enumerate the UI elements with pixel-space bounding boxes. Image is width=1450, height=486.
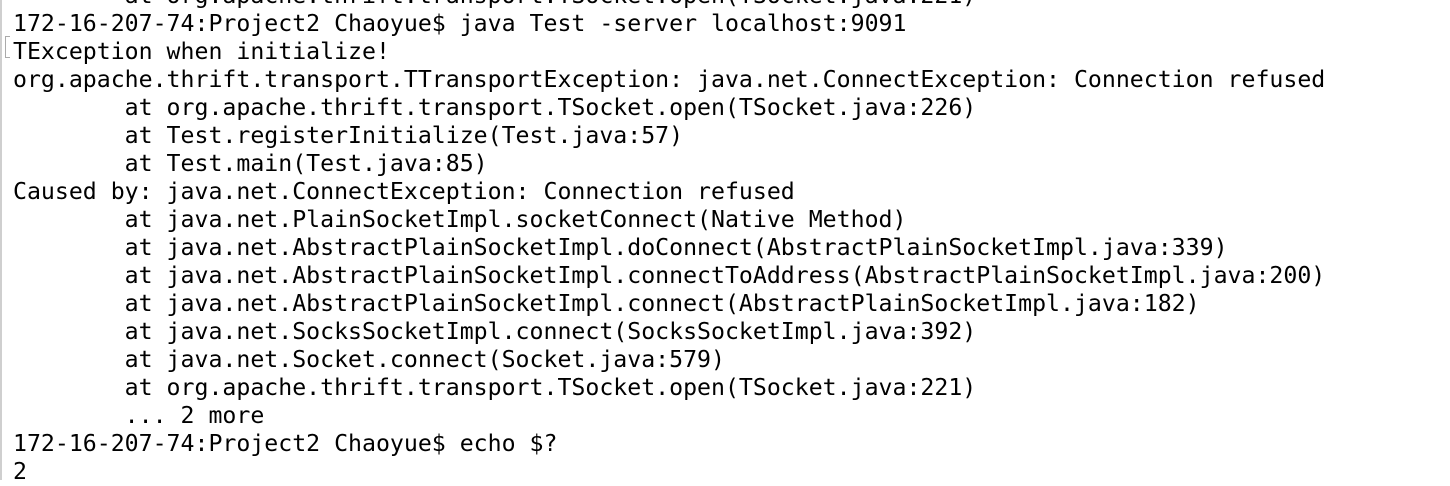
terminal-line: ... 2 more xyxy=(13,402,265,429)
terminal-line: at java.net.PlainSocketImpl.socketConnec… xyxy=(13,206,907,233)
window-edge xyxy=(0,0,2,480)
terminal-line: at Test.main(Test.java:85) xyxy=(13,150,488,177)
terminal-line: at org.apache.thrift.transport.TSocket.o… xyxy=(13,94,977,121)
terminal-line-command: 172-16-207-74:Project2 Chaoyue$ java Tes… xyxy=(13,10,907,37)
terminal-line: at org.apache.thrift.transport.TSocket.o… xyxy=(13,374,977,401)
terminal-line: at java.net.AbstractPlainSocketImpl.doCo… xyxy=(13,234,1228,261)
terminal-line-command: 172-16-207-74:Project2 Chaoyue$ echo $? xyxy=(13,430,558,457)
selection-marker xyxy=(5,36,10,58)
terminal-line-exit-code: 2 xyxy=(13,458,27,485)
terminal-line: Caused by: java.net.ConnectException: Co… xyxy=(13,178,795,205)
terminal-line: at java.net.SocksSocketImpl.connect(Sock… xyxy=(13,318,977,345)
terminal-line: org.apache.thrift.transport.TTransportEx… xyxy=(13,66,1326,93)
terminal-line: at java.net.AbstractPlainSocketImpl.conn… xyxy=(13,262,1326,289)
terminal-line: at Test.registerInitialize(Test.java:57) xyxy=(13,122,684,149)
terminal-line-partial: at org.apache.thrift.transport.TSocket.o… xyxy=(13,0,1325,10)
terminal-output[interactable]: at org.apache.thrift.transport.TSocket.o… xyxy=(13,0,1325,486)
terminal-line: at java.net.AbstractPlainSocketImpl.conn… xyxy=(13,290,1200,317)
terminal-line: TException when initialize! xyxy=(13,38,390,65)
terminal-line: at java.net.Socket.connect(Socket.java:5… xyxy=(13,346,725,373)
